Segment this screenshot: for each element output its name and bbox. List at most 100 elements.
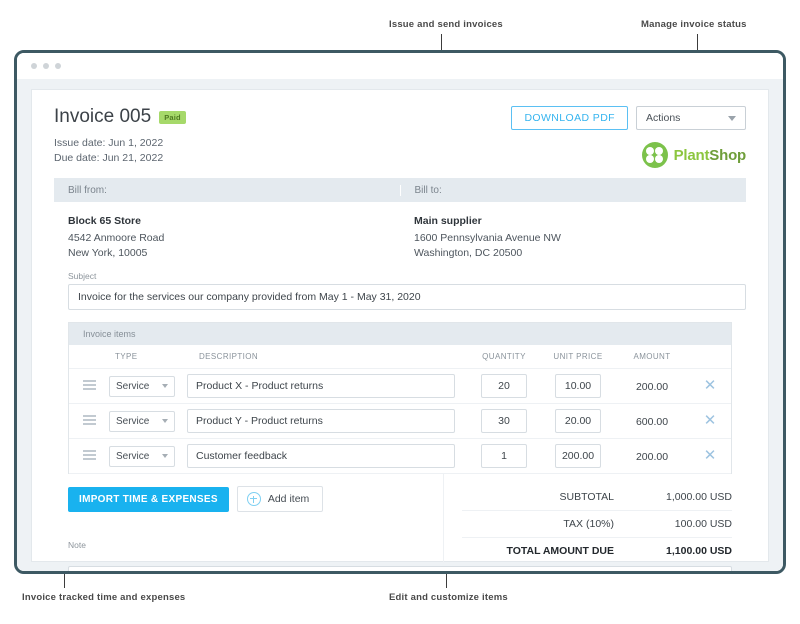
window-dot-maximize[interactable] <box>55 63 61 69</box>
drag-handle-icon[interactable] <box>69 380 109 392</box>
bill-to-header: Bill to: <box>400 185 747 196</box>
row-amount-value: 600.00 <box>636 416 668 428</box>
drag-handle-icon[interactable] <box>69 450 109 462</box>
actions-dropdown[interactable]: Actions <box>636 106 746 130</box>
note-input[interactable] <box>68 566 732 574</box>
invoice-header: Invoice 005 Paid Issue date: Jun 1, 2022… <box>54 106 746 168</box>
row-type-value: Service <box>116 451 149 462</box>
invoice-dates: Issue date: Jun 1, 2022 Due date: Jun 21… <box>54 136 186 166</box>
row-unit-price-input[interactable] <box>555 374 601 398</box>
annotation-invoice-tracked-time: Invoice tracked time and expenses <box>22 592 185 603</box>
annotation-issue-and-send-invoices: Issue and send invoices <box>389 19 503 30</box>
table-row: Service 200.00 ✕ <box>69 439 731 474</box>
row-quantity-input[interactable] <box>481 444 527 468</box>
row-type-select[interactable]: Service <box>109 411 187 432</box>
totals-block: SUBTOTAL 1,000.00 USD TAX (10%) 100.00 U… <box>444 474 732 564</box>
bill-headers: Bill from: Bill to: <box>54 178 746 202</box>
row-amount-value: 200.00 <box>636 451 668 463</box>
row-type-value: Service <box>116 381 149 392</box>
subtotal-row: SUBTOTAL 1,000.00 USD <box>462 484 732 511</box>
total-due-label: TOTAL AMOUNT DUE <box>462 545 640 557</box>
annotation-edit-and-customize-items: Edit and customize items <box>389 592 508 603</box>
tax-value: 100.00 USD <box>640 518 732 530</box>
delete-row-icon[interactable]: ✕ <box>704 447 717 464</box>
col-type: TYPE <box>109 352 193 361</box>
brand-name: PlantShop <box>674 147 746 164</box>
row-unit-price-input[interactable] <box>555 444 601 468</box>
bill-from-line2: New York, 10005 <box>68 246 400 261</box>
col-amount: AMOUNT <box>615 352 689 361</box>
import-time-expenses-button[interactable]: IMPORT TIME & EXPENSES <box>68 487 229 512</box>
add-item-label: Add item <box>268 493 309 505</box>
download-pdf-button[interactable]: DOWNLOAD PDF <box>511 106 628 130</box>
row-amount-value: 200.00 <box>636 381 668 393</box>
chevron-down-icon <box>162 454 168 458</box>
bill-addresses: Block 65 Store 4542 Anmoore Road New Yor… <box>54 202 746 265</box>
plant-clover-icon <box>642 142 668 168</box>
brand-logo: PlantShop <box>511 142 746 168</box>
col-unit-price: UNIT PRICE <box>541 352 615 361</box>
invoice-page: Invoice 005 Paid Issue date: Jun 1, 2022… <box>31 89 769 562</box>
brand-name-part1: Plant <box>674 147 710 164</box>
footer-actions: IMPORT TIME & EXPENSES Add item Note <box>68 474 444 564</box>
window-dot-close[interactable] <box>31 63 37 69</box>
table-row: Service 200.00 ✕ <box>69 369 731 404</box>
annotation-manage-invoice-status: Manage invoice status <box>641 19 747 30</box>
row-description-input[interactable] <box>187 374 455 398</box>
invoice-header-right: DOWNLOAD PDF Actions PlantShop <box>511 106 746 168</box>
bill-from-header: Bill from: <box>54 185 400 196</box>
tax-row: TAX (10%) 100.00 USD <box>462 511 732 538</box>
chevron-down-icon <box>162 384 168 388</box>
bill-to-name: Main supplier <box>414 215 746 227</box>
invoice-title-row: Invoice 005 Paid <box>54 106 186 128</box>
table-row: Service 600.00 ✕ <box>69 404 731 439</box>
actions-dropdown-label: Actions <box>646 112 680 124</box>
bill-from-block: Block 65 Store 4542 Anmoore Road New Yor… <box>54 215 400 261</box>
brand-name-part2: Shop <box>709 147 746 164</box>
status-badge: Paid <box>159 111 186 124</box>
due-date: Due date: Jun 21, 2022 <box>54 151 186 166</box>
subtotal-label: SUBTOTAL <box>462 491 640 503</box>
delete-row-icon[interactable]: ✕ <box>704 377 717 394</box>
header-button-row: DOWNLOAD PDF Actions <box>511 106 746 130</box>
add-item-button[interactable]: Add item <box>237 486 323 512</box>
drag-handle-icon[interactable] <box>69 415 109 427</box>
invoice-items-header-row: TYPE DESCRIPTION QUANTITY UNIT PRICE AMO… <box>69 345 731 369</box>
invoice-header-left: Invoice 005 Paid Issue date: Jun 1, 2022… <box>54 106 186 166</box>
row-description-input[interactable] <box>187 444 455 468</box>
chevron-down-icon <box>728 116 736 121</box>
bill-from-name: Block 65 Store <box>68 215 400 227</box>
row-quantity-input[interactable] <box>481 374 527 398</box>
subject-label: Subject <box>54 271 746 281</box>
invoice-items-title: Invoice items <box>69 323 731 345</box>
browser-viewport: Invoice 005 Paid Issue date: Jun 1, 2022… <box>17 79 783 574</box>
row-description-input[interactable] <box>187 409 455 433</box>
subject-input[interactable] <box>68 284 746 310</box>
window-dot-minimize[interactable] <box>43 63 49 69</box>
delete-row-icon[interactable]: ✕ <box>704 412 717 429</box>
invoice-items-table: Invoice items TYPE DESCRIPTION QUANTITY … <box>68 322 732 474</box>
col-quantity: QUANTITY <box>467 352 541 361</box>
footer-button-row: IMPORT TIME & EXPENSES Add item <box>68 486 425 512</box>
row-type-select[interactable]: Service <box>109 446 187 467</box>
tax-label: TAX (10%) <box>462 518 640 530</box>
total-due-row: TOTAL AMOUNT DUE 1,100.00 USD <box>462 538 732 564</box>
row-unit-price-input[interactable] <box>555 409 601 433</box>
plus-circle-icon <box>247 492 261 506</box>
window-titlebar <box>17 53 783 79</box>
invoice-footer: IMPORT TIME & EXPENSES Add item Note SUB… <box>68 474 732 564</box>
subtotal-value: 1,000.00 USD <box>640 491 732 503</box>
bill-to-line2: Washington, DC 20500 <box>414 246 746 261</box>
issue-date: Issue date: Jun 1, 2022 <box>54 136 186 151</box>
bill-from-line1: 4542 Anmoore Road <box>68 231 400 246</box>
row-quantity-input[interactable] <box>481 409 527 433</box>
browser-window: Invoice 005 Paid Issue date: Jun 1, 2022… <box>14 50 786 574</box>
page-title: Invoice 005 <box>54 106 151 128</box>
chevron-down-icon <box>162 419 168 423</box>
row-type-select[interactable]: Service <box>109 376 187 397</box>
bill-to-block: Main supplier 1600 Pennsylvania Avenue N… <box>400 215 746 261</box>
total-due-value: 1,100.00 USD <box>640 545 732 557</box>
col-description: DESCRIPTION <box>193 352 467 361</box>
note-label: Note <box>68 540 425 550</box>
bill-to-line1: 1600 Pennsylvania Avenue NW <box>414 231 746 246</box>
